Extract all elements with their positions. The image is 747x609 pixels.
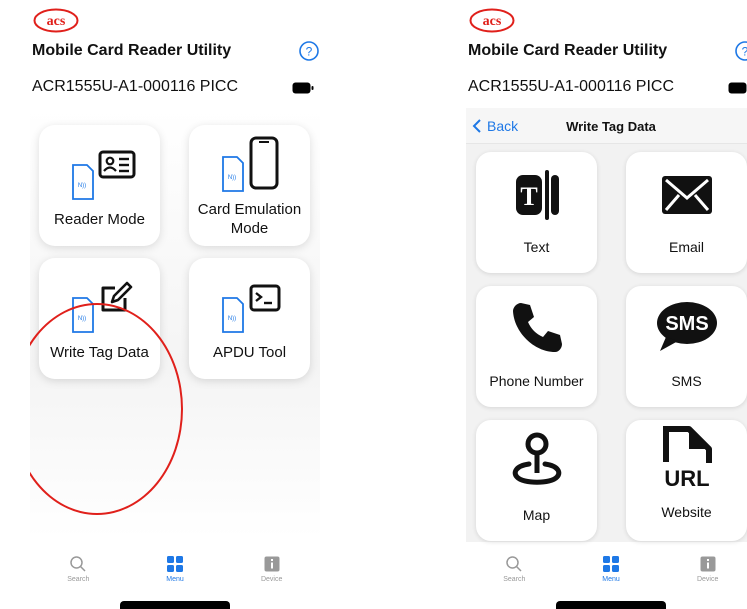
svg-text:acs: acs: [483, 14, 502, 29]
tile-label: Write Tag Data: [50, 344, 149, 361]
navigation-bar: Write Tag Data Back: [466, 108, 747, 144]
reader-mode-tile[interactable]: N)) Reader Mode: [39, 125, 160, 246]
map-tile[interactable]: Map: [476, 420, 597, 541]
svg-text:N)): N)): [77, 183, 85, 189]
sms-tile[interactable]: SMS SMS: [626, 286, 747, 407]
acs-logo: acs: [33, 8, 79, 33]
battery-icon: [292, 82, 314, 94]
tile-label: APDU Tool: [212, 344, 287, 361]
terminal-icon: N)): [221, 284, 280, 333]
home-indicator: [120, 601, 230, 609]
tab-label: Device: [696, 576, 719, 583]
svg-text:N)): N)): [77, 316, 85, 322]
map-pin-icon: [512, 432, 561, 485]
app-title: Mobile Card Reader Utility: [468, 42, 668, 59]
tab-label: Menu: [166, 576, 184, 583]
tab-search[interactable]: Search: [466, 546, 563, 594]
tab-label: Device: [260, 576, 283, 583]
tab-menu[interactable]: Menu: [563, 546, 660, 594]
tab-device[interactable]: Device: [659, 546, 747, 594]
tab-label: Search: [503, 576, 526, 583]
tab-bar: Search Menu Device: [466, 546, 747, 594]
tab-label: Search: [67, 576, 90, 583]
tab-menu[interactable]: Menu: [127, 546, 224, 594]
device-name: ACR1555U-A1-000116 PICC: [468, 78, 675, 95]
write-tag-screen: acs Mobile Card Reader Utility ? ACR1555…: [466, 0, 747, 609]
svg-text:SMS: SMS: [665, 313, 708, 335]
battery-icon: [728, 82, 747, 94]
info-icon: [700, 556, 716, 572]
reader-mode-icon: N)): [71, 150, 135, 200]
back-label: Back: [487, 118, 519, 134]
menu-grid: N)) Reader Mode N)) Card Emulation Mode: [30, 108, 320, 538]
tile-label: Website: [661, 504, 712, 520]
tab-device[interactable]: Device: [223, 546, 320, 594]
tile-label: Reader Mode: [54, 211, 145, 228]
tile-label: Card Emulation Mode: [197, 201, 302, 237]
menu-screen: acs Mobile Card Reader Utility ? ACR1555…: [30, 0, 320, 609]
apdu-tool-tile[interactable]: N)) APDU Tool: [189, 258, 310, 379]
tile-label: Map: [522, 507, 551, 523]
card-emulation-icon: N)): [221, 136, 278, 192]
svg-text:N)): N)): [227, 175, 235, 181]
acs-logo: acs: [469, 8, 515, 33]
email-tile[interactable]: Email: [626, 152, 747, 273]
write-tag-icon: N)): [71, 281, 132, 333]
tile-label: Phone Number: [489, 373, 584, 389]
tile-label: Email: [668, 239, 704, 255]
search-icon: [506, 556, 522, 572]
help-icon[interactable]: ?: [298, 40, 320, 62]
back-button[interactable]: Back: [472, 118, 518, 134]
text-icon: T: [515, 170, 559, 220]
home-indicator: [556, 601, 666, 609]
chevron-left-icon: [472, 119, 481, 133]
tab-label: Menu: [602, 576, 620, 583]
device-name: ACR1555U-A1-000116 PICC: [32, 78, 239, 95]
envelope-icon: [661, 176, 712, 214]
tab-bar: Search Menu Device: [30, 546, 320, 594]
svg-text:acs: acs: [47, 14, 66, 29]
write-tag-grid: T Text Email Phone Number SMS SMS Map UR…: [466, 144, 747, 542]
search-icon: [70, 556, 86, 572]
write-tag-data-tile[interactable]: N)) Write Tag Data: [39, 258, 160, 379]
svg-text:?: ?: [742, 45, 747, 59]
svg-text:T: T: [520, 182, 537, 211]
phone-icon: [512, 303, 562, 352]
grid-icon: [603, 556, 619, 572]
grid-icon: [167, 556, 183, 572]
website-tile[interactable]: URL Website: [626, 420, 747, 541]
info-icon: [264, 556, 280, 572]
tab-search[interactable]: Search: [30, 546, 127, 594]
svg-text:N)): N)): [227, 316, 235, 322]
help-icon[interactable]: ?: [734, 40, 747, 62]
phone-number-tile[interactable]: Phone Number: [476, 286, 597, 407]
url-file-icon: URL: [662, 426, 712, 490]
svg-text:?: ?: [306, 45, 313, 59]
sms-icon: SMS: [656, 302, 717, 351]
card-emulation-tile[interactable]: N)) Card Emulation Mode: [189, 125, 310, 246]
svg-text:URL: URL: [664, 466, 709, 490]
app-title: Mobile Card Reader Utility: [32, 42, 232, 59]
tile-label: SMS: [671, 373, 702, 389]
text-tile[interactable]: T Text: [476, 152, 597, 273]
tile-label: Text: [523, 239, 550, 255]
